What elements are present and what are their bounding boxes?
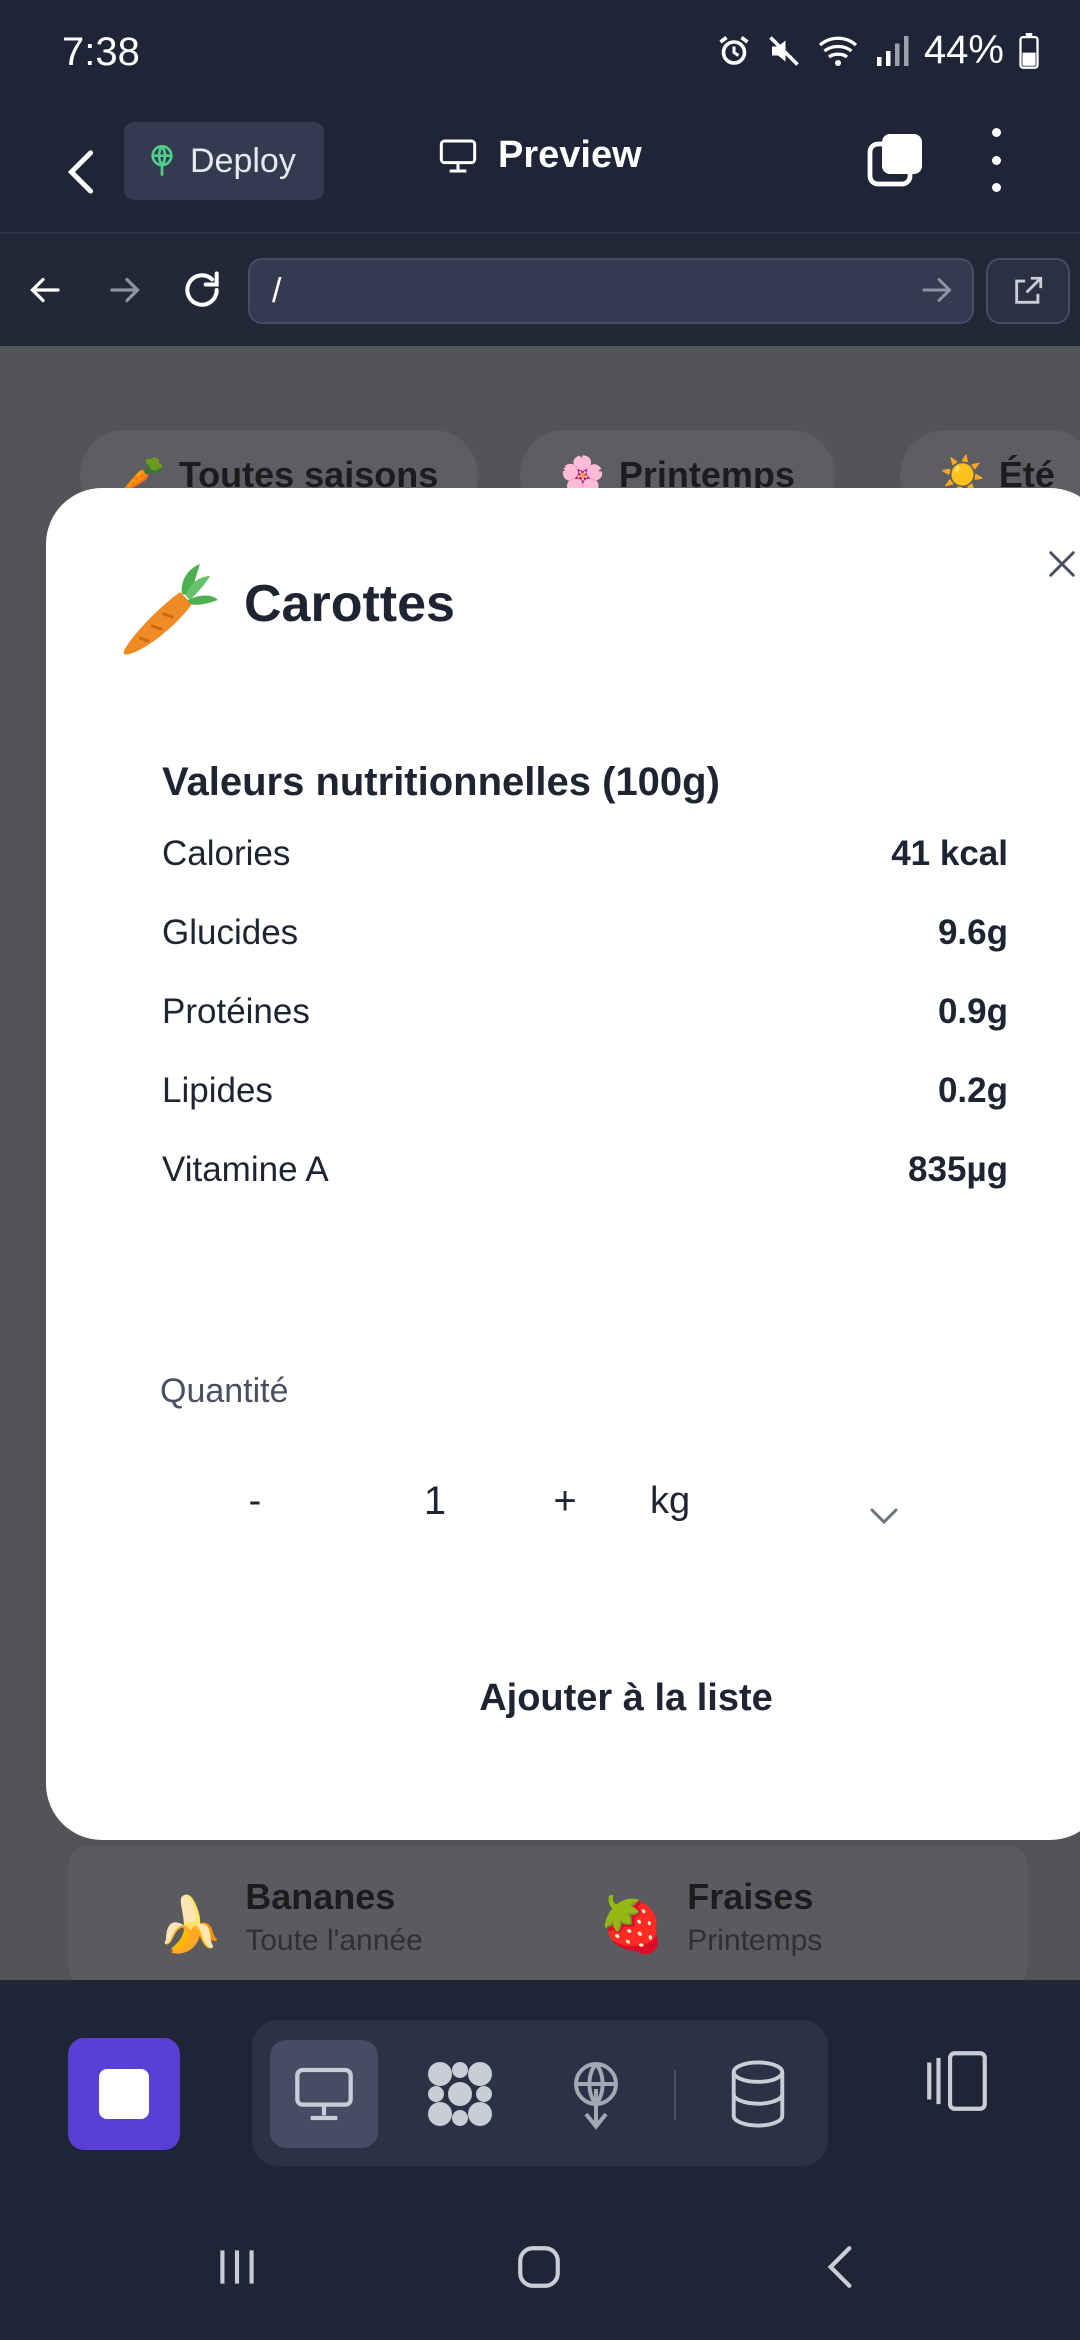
nutrition-label: Vitamine A (162, 1150, 329, 1189)
system-navigation (0, 2192, 1080, 2340)
item-name: Fraises (687, 1876, 814, 1917)
nutrition-label: Calories (162, 834, 291, 873)
tabs-icon (867, 134, 922, 187)
back-chevron-icon (827, 2246, 852, 2288)
quantity-stepper: - 1 + kg (160, 1456, 920, 1546)
alarm-icon (719, 35, 749, 65)
url-input[interactable]: / (248, 258, 974, 324)
recent-apps-icon (220, 2250, 254, 2284)
tabs-button[interactable] (866, 130, 926, 190)
arrow-left-icon (30, 277, 60, 303)
preview-tool-button[interactable] (270, 2040, 378, 2148)
nutrition-row: Protéines 0.9g (162, 992, 1008, 1071)
close-button[interactable] (1034, 536, 1080, 592)
deploy-tool-button[interactable] (542, 2040, 650, 2148)
recent-apps-button[interactable] (202, 2232, 272, 2302)
database-tool-button[interactable] (704, 2040, 812, 2148)
battery-percent: 44% (923, 28, 1004, 72)
monitor-icon (295, 2067, 353, 2121)
system-back-button[interactable] (806, 2232, 876, 2302)
nutrition-row: Lipides 0.2g (162, 1071, 1008, 1150)
deploy-icon (574, 2062, 618, 2130)
unit-select[interactable]: kg (650, 1466, 880, 1536)
workflow-tool-button[interactable] (406, 2040, 514, 2148)
browser-back-button[interactable] (20, 264, 72, 316)
toolbar-divider (674, 2070, 676, 2120)
back-arrow-icon (67, 150, 94, 194)
stop-button[interactable] (68, 2038, 180, 2150)
preview-label: Preview (498, 134, 642, 176)
chevron-down-icon[interactable] (866, 1498, 902, 1534)
monitor-icon (439, 138, 477, 172)
dot-icon (991, 155, 1001, 165)
go-arrow-icon[interactable] (918, 272, 954, 308)
url-text: / (272, 271, 282, 310)
deploy-label: Deploy (190, 141, 296, 180)
preview-title: Preview (438, 134, 642, 177)
nutrition-list: Calories 41 kcal Glucides 9.6g Protéines… (162, 834, 1008, 1229)
wifi-icon (818, 36, 858, 66)
add-to-list-button[interactable]: Ajouter à la liste (276, 1658, 976, 1738)
item-season: Printemps (687, 1924, 823, 1957)
browser-toolbar: / (0, 234, 1080, 346)
item-emoji: 🍓 (598, 1895, 666, 1955)
nodes-icon (428, 2062, 492, 2126)
panel-toggle-icon[interactable] (920, 2044, 994, 2118)
dot-icon (991, 183, 1001, 192)
carrot-icon (123, 564, 218, 655)
product-modal: Carottes Valeurs nutritionnelles (100g) … (46, 488, 1080, 1840)
mute-icon (769, 35, 799, 66)
nutrition-label: Glucides (162, 913, 299, 952)
reload-button[interactable] (176, 264, 228, 316)
nutrition-value: 41 kcal (891, 834, 1008, 873)
browser-forward-button[interactable] (98, 264, 150, 316)
item-emoji: 🍌 (156, 1895, 224, 1955)
close-icon (1049, 551, 1075, 577)
nutrition-row: Vitamine A 835µg (162, 1150, 1008, 1229)
deploy-button[interactable]: Deploy (124, 122, 324, 200)
unit-value: kg (650, 1479, 691, 1522)
database-icon (731, 2060, 785, 2128)
more-options-button[interactable] (984, 128, 1008, 192)
deploy-icon (151, 145, 173, 176)
nutrition-heading: Valeurs nutritionnelles (100g) (162, 760, 720, 804)
open-external-button[interactable] (986, 258, 1070, 324)
nutrition-value: 835µg (908, 1150, 1008, 1189)
status-time: 7:38 (62, 30, 140, 74)
nutrition-row: Calories 41 kcal (162, 834, 1008, 913)
battery-icon (1019, 32, 1039, 69)
bottom-toolbar (0, 1980, 1080, 2198)
nutrition-value: 9.6g (937, 913, 1008, 952)
nutrition-label: Protéines (162, 992, 310, 1031)
nutrition-value: 0.9g (937, 992, 1008, 1031)
app-header: Deploy Preview (0, 112, 1080, 234)
item-season: Toute l'année (245, 1924, 423, 1957)
reload-icon (185, 271, 219, 307)
arrow-right-icon (110, 277, 140, 303)
home-button[interactable] (504, 2232, 574, 2302)
back-button[interactable] (56, 140, 106, 204)
home-icon (518, 2246, 560, 2288)
item-name: Bananes (245, 1876, 396, 1917)
nutrition-value: 0.2g (937, 1071, 1008, 1110)
decrement-button[interactable]: - (220, 1466, 290, 1536)
quantity-label: Quantité (160, 1372, 289, 1410)
list-item[interactable]: 🍓 Fraises Printemps (598, 1876, 822, 1958)
signal-icon (876, 35, 909, 66)
status-icons: 44% (716, 28, 1040, 73)
nutrition-label: Lipides (162, 1071, 273, 1110)
dot-icon (991, 128, 1001, 137)
stop-icon (99, 2069, 149, 2119)
nutrition-row: Glucides 9.6g (162, 913, 1008, 992)
product-title: Carottes (244, 575, 455, 633)
status-bar: 7:38 44% (0, 0, 1080, 112)
tool-group (252, 2020, 828, 2166)
external-link-icon (1015, 276, 1043, 304)
list-item[interactable]: 🍌 Bananes Toute l'année (156, 1876, 423, 1958)
increment-button[interactable]: + (530, 1466, 600, 1536)
quantity-input[interactable]: 1 (360, 1466, 510, 1536)
